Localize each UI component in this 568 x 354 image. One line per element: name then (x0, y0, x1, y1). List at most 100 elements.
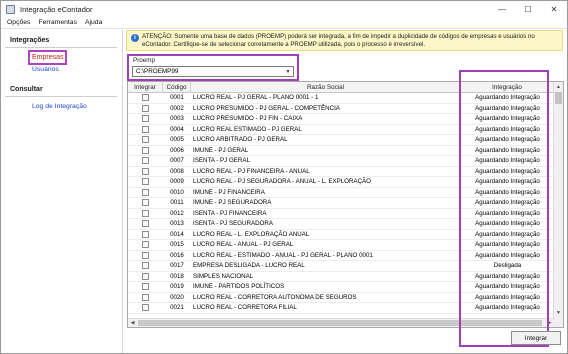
table-row[interactable]: 0015 LUCRO REAL - ANUAL - PJ GERAL Aguarda… (128, 240, 554, 251)
table-row[interactable]: 0004 LUCRO REAL ESTIMADO - PJ GERAL Aguard… (128, 124, 554, 135)
razao-social-cell: IMUNE - PJ FINANCEIRA (193, 188, 265, 196)
integrar-checkbox[interactable] (142, 241, 149, 249)
table-row[interactable]: 0008 LUCRO REAL - PJ FINANCEIRA - ANUAL Ag… (128, 166, 554, 177)
scroll-right-icon[interactable]: ▶ (545, 319, 554, 327)
table-row[interactable]: 0013 ISENTA - PJ SEGURADORA Aguardando Int… (128, 219, 554, 230)
integrar-checkbox[interactable] (142, 94, 149, 102)
menu-opcoes[interactable]: Opções (7, 19, 30, 26)
table-row[interactable]: 0021 LUCRO REAL - CORRETORA FILIAL Aguarda… (128, 303, 554, 314)
table-row[interactable]: 0018 SIMPLES NACIONAL Aguardando Integraçã… (128, 272, 554, 282)
integrar-checkbox[interactable] (142, 272, 149, 280)
razao-social-cell: ISENTA - PJ SEGURADORA (193, 220, 273, 228)
section-divider (5, 47, 117, 48)
integrar-cell (128, 93, 163, 104)
integrar-checkbox[interactable] (142, 188, 149, 196)
integrar-cell (128, 166, 163, 177)
integrar-checkbox[interactable] (142, 283, 149, 291)
table-row[interactable]: 0010 IMUNE - PJ FINANCEIRA Aguardando Inte… (128, 188, 554, 198)
integrar-checkbox[interactable] (142, 125, 149, 133)
codigo-cell: 0003 (170, 115, 184, 123)
codigo-cell: 0017 (170, 262, 184, 270)
integracao-status-cell: Aguardando Integração (475, 293, 540, 301)
razao-social-cell: LUCRO ARBITRADO - PJ GERAL (193, 136, 288, 144)
warning-text: ATENÇÃO: Somente uma base de dados (PROE… (142, 33, 535, 48)
integracao-status-cell: Aguardando Integração (475, 115, 540, 123)
chevron-down-icon[interactable]: ▼ (284, 68, 292, 75)
integrar-checkbox[interactable] (142, 157, 149, 165)
integrar-cell (128, 124, 163, 135)
table-row[interactable]: 0002 LUCRO PRESUMIDO - PJ GERAL - COMPETÊ… (128, 103, 554, 114)
integrar-checkbox[interactable] (142, 209, 149, 217)
table-row[interactable]: 0007 ISENTA - PJ GERAL Aguardando Integraç… (128, 156, 554, 167)
integracao-status-cell: Aguardando Integração (475, 241, 540, 249)
codigo-cell: 0010 (170, 188, 184, 196)
table-row[interactable]: 0020 LUCRO REAL - CORRETORA AUTONOMA DE S… (128, 293, 554, 303)
integrar-checkbox[interactable] (142, 199, 149, 207)
codigo-cell: 0012 (170, 209, 184, 217)
table-row[interactable]: 0001 LUCRO REAL - PJ GERAL - PLANO 0001 -… (128, 93, 554, 104)
integrar-checkbox[interactable] (142, 251, 149, 259)
razao-social-cell: IMUNE - PJ SEGURADORA (193, 199, 272, 207)
column-header-razao-social[interactable]: Razão Social (191, 82, 461, 93)
table-row[interactable]: 0017 EMPRESA DESLIGADA - LUCRO REAL Deslig… (128, 261, 554, 272)
menu-ajuda[interactable]: Ajuda (85, 19, 102, 26)
horizontal-scrollbar[interactable]: ◀ ▶ (128, 318, 554, 327)
table-row[interactable]: 0016 LUCRO REAL - ESTIMADO - ANUAL - PJ G… (128, 251, 554, 261)
close-button[interactable]: ✕ (541, 1, 567, 17)
table-row[interactable]: 0006 IMUNE - PJ GERAL Aguardando Integraçã… (128, 146, 554, 156)
table-header: Integrar Código Razão Social Integração (128, 82, 554, 93)
column-header-codigo[interactable]: Código (163, 82, 191, 93)
sidebar-item-usuarios[interactable]: Usuários (32, 66, 59, 73)
integrar-checkbox[interactable] (142, 167, 149, 175)
integrar-checkbox[interactable] (142, 136, 149, 144)
integrar-cell (128, 156, 163, 167)
table-row[interactable]: 0003 LUCRO PRESUMIDO - PJ FIN - CAIXA Agua… (128, 114, 554, 125)
proemp-select[interactable]: C:\PROEMP99 ▼ (132, 66, 294, 77)
sidebar-section-consultar: Consultar (10, 86, 43, 93)
integrar-checkbox[interactable] (142, 293, 149, 301)
table-row[interactable]: 0011 IMUNE - PJ SEGURADORA Aguardando Inte… (128, 198, 554, 209)
sidebar-item-empresas[interactable]: Empresas (28, 50, 67, 65)
integrar-checkbox[interactable] (142, 146, 149, 154)
codigo-cell: 0001 (170, 94, 184, 102)
scroll-thumb[interactable] (555, 92, 562, 104)
integrar-checkbox[interactable] (142, 104, 149, 112)
razao-social-cell: LUCRO REAL - PJ GERAL - PLANO 0001 - 1 (193, 94, 319, 102)
integrar-cell (128, 103, 163, 114)
integrar-checkbox[interactable] (142, 178, 149, 186)
integrar-checkbox[interactable] (142, 230, 149, 238)
integrar-checkbox[interactable] (142, 262, 149, 270)
table-row[interactable]: 0009 LUCRO REAL - PJ SEGURADORA - ANUAL -… (128, 177, 554, 188)
app-icon (6, 4, 15, 14)
table-row[interactable]: 0019 IMUNE - PARTIDOS POLÍTICOS Aguardando… (128, 282, 554, 293)
scroll-left-icon[interactable]: ◀ (128, 319, 137, 327)
scroll-thumb[interactable] (138, 320, 542, 326)
integrar-cell (128, 303, 163, 314)
warning-banner: i ATENÇÃO: Somente uma base de dados (PR… (126, 30, 563, 51)
column-header-integrar[interactable]: Integrar (128, 82, 163, 93)
integracao-status-cell: Aguardando Integração (475, 167, 540, 175)
integrar-checkbox[interactable] (142, 115, 149, 123)
integrar-cell (128, 135, 163, 146)
scroll-up-icon[interactable]: ▲ (554, 82, 563, 91)
integrar-cell (128, 282, 163, 293)
sidebar-item-log-integracao[interactable]: Log de Integração (32, 103, 87, 110)
integrar-button[interactable]: Integrar (511, 331, 561, 345)
column-header-integracao[interactable]: Integração (461, 82, 554, 93)
minimize-button[interactable]: — (489, 1, 515, 17)
vertical-scrollbar[interactable]: ▲ ▼ (553, 82, 563, 327)
menu-ferramentas[interactable]: Ferramentas (38, 19, 77, 26)
scroll-down-icon[interactable]: ▼ (554, 308, 563, 317)
razao-social-cell: LUCRO REAL - ESTIMADO - ANUAL - PJ GERAL… (193, 251, 373, 259)
table-row[interactable]: 0014 LUCRO REAL - L. EXPLORAÇÃO ANUAL Agua… (128, 230, 554, 240)
table-row[interactable]: 0005 LUCRO ARBITRADO - PJ GERAL Aguardando… (128, 135, 554, 146)
sidebar: Integrações Empresas Usuários Consultar … (1, 30, 123, 353)
integrar-checkbox[interactable] (142, 220, 149, 228)
main-panel: i ATENÇÃO: Somente uma base de dados (PR… (126, 30, 566, 353)
integrar-cell (128, 219, 163, 230)
integrar-checkbox[interactable] (142, 304, 149, 312)
codigo-cell: 0018 (170, 272, 184, 280)
codigo-cell: 0020 (170, 293, 184, 301)
table-row[interactable]: 0012 ISENTA - PJ FINANCEIRA Aguardando Int… (128, 209, 554, 219)
maximize-button[interactable]: ☐ (515, 1, 541, 17)
